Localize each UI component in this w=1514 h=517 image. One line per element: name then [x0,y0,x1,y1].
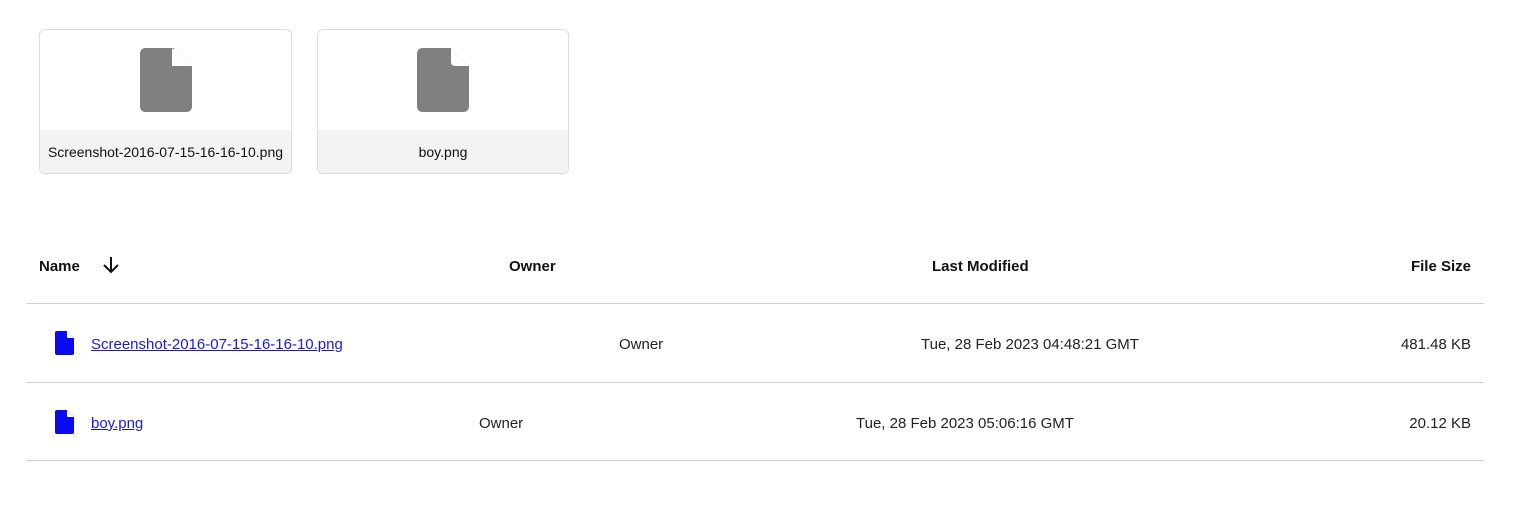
file-card[interactable]: boy.png [317,29,569,174]
file-card-thumbnail [318,30,568,131]
file-last-modified: Tue, 28 Feb 2023 05:06:16 GMT [856,415,1074,432]
table-row: boy.png Owner Tue, 28 Feb 2023 05:06:16 … [26,383,1484,461]
file-size: 20.12 KB [1409,415,1471,432]
file-card-name: boy.png [318,130,568,173]
file-icon [139,48,192,112]
file-owner: Owner [619,336,664,353]
table-row: Screenshot-2016-07-15-16-16-10.png Owner… [26,304,1484,383]
file-size: 481.48 KB [1400,336,1471,353]
table-header: Name Owner Last Modified File Size [26,230,1484,304]
file-name-link[interactable]: boy.png [91,415,143,432]
file-card-thumbnail [40,30,291,131]
file-last-modified: Tue, 28 Feb 2023 04:48:21 GMT [921,336,1139,353]
file-owner: Owner [479,415,524,432]
column-header-file-size[interactable]: File Size [1411,258,1471,275]
column-header-last-modified[interactable]: Last Modified [932,258,1029,275]
file-icon [55,410,74,434]
arrow-down-icon[interactable] [101,255,121,275]
file-icon [417,48,469,112]
file-name-link[interactable]: Screenshot-2016-07-15-16-16-10.png [91,336,343,353]
file-browser: Screenshot-2016-07-15-16-16-10.png boy.p… [0,0,1514,517]
file-icon [55,331,74,355]
column-header-name[interactable]: Name [39,258,80,275]
column-header-owner[interactable]: Owner [509,258,556,275]
file-card[interactable]: Screenshot-2016-07-15-16-16-10.png [39,29,292,174]
file-table: Name Owner Last Modified File Size Scree… [26,230,1484,461]
file-card-name: Screenshot-2016-07-15-16-16-10.png [40,130,291,173]
